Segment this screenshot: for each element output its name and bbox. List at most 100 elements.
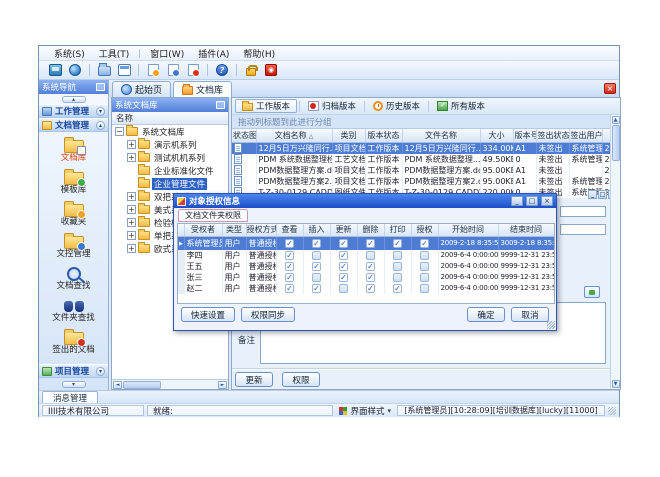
expander-icon[interactable]: + (127, 153, 136, 162)
checkbox-checked[interactable] (285, 284, 294, 293)
folder-open-button[interactable] (95, 62, 113, 78)
version-tab[interactable]: 所有版本 (431, 99, 491, 113)
close-icon[interactable] (541, 196, 553, 206)
detail-field[interactable] (560, 206, 606, 217)
checkbox-unchecked[interactable] (312, 273, 321, 282)
pin-icon[interactable] (96, 83, 105, 91)
workspace-button[interactable] (46, 62, 64, 78)
layout-button[interactable] (115, 62, 133, 78)
expander-icon[interactable]: + (127, 140, 136, 149)
quick-setup-button[interactable]: 快速设置 (181, 307, 235, 322)
checkbox-checked[interactable] (420, 239, 429, 248)
menu-item[interactable]: 插件(A) (191, 47, 236, 60)
table-row[interactable]: 12月5日万兴隆同行...项目文档工作版本12月5日万兴隆同行...334.00… (232, 142, 612, 154)
checkbox-checked[interactable] (366, 284, 375, 293)
resize-grip[interactable] (547, 321, 555, 329)
sidebar-item-search-doc[interactable]: 文档查找 (41, 262, 107, 294)
permission-button[interactable]: 权限 (282, 372, 320, 387)
ok-button[interactable]: 确定 (467, 307, 505, 322)
checkbox-checked[interactable] (285, 262, 294, 271)
resize-grip[interactable] (608, 407, 616, 415)
checkbox-unchecked[interactable] (366, 251, 375, 260)
menu-item[interactable]: 工具(T) (92, 47, 137, 60)
checkbox-checked[interactable] (285, 273, 294, 282)
doc-new-button[interactable] (144, 62, 162, 78)
checkbox-checked[interactable] (312, 262, 321, 271)
scrollbar-thumb[interactable] (612, 125, 620, 161)
collapse-down-button[interactable] (62, 381, 86, 388)
grid-row[interactable]: 李四用户普通授权2009-6-4 0:00:009999-12-31 23:59… (178, 250, 554, 261)
column-header[interactable]: 类型 (222, 224, 246, 236)
grid-row[interactable]: 张三用户普通授权2009-6-4 0:00:009999-12-31 23:59… (178, 272, 554, 283)
section-toggle-icon[interactable] (96, 121, 105, 130)
lock-button[interactable] (242, 62, 260, 78)
checkbox-checked[interactable] (366, 273, 375, 282)
checkbox-unchecked[interactable] (420, 262, 429, 271)
scrollbar-thumb[interactable] (123, 381, 161, 389)
table-row[interactable]: PDM 系统数据整理检...工艺文档工作版本PDM 系统数据整理...49.50… (232, 154, 612, 165)
tree-node[interactable]: +测试机机系列 (112, 151, 228, 164)
close-panel-icon[interactable] (604, 83, 616, 94)
grid-row[interactable]: 赵二用户普通授权2009-6-4 0:00:009999-12-31 23:59… (178, 283, 554, 294)
doc-view-button[interactable] (164, 62, 182, 78)
grid-row[interactable]: 王五用户普通授权2009-6-4 0:00:009999-12-31 23:59… (178, 261, 554, 272)
column-header[interactable]: 类别 (332, 129, 365, 142)
minimize-icon[interactable] (511, 196, 523, 206)
minimize-icon[interactable] (588, 190, 597, 199)
checkbox-checked[interactable] (339, 251, 348, 260)
expander-icon[interactable]: − (115, 127, 124, 136)
sync-permission-button[interactable]: 权限同步 (241, 307, 295, 322)
checkbox-unchecked[interactable] (420, 273, 429, 282)
collapse-up-button[interactable] (62, 96, 86, 103)
scroll-right-icon[interactable] (218, 381, 227, 389)
exit-button[interactable] (262, 62, 280, 78)
column-header[interactable]: 更新 (330, 224, 357, 236)
menu-item[interactable]: 窗口(W) (143, 47, 191, 60)
sidebar-item-folder-template[interactable]: 模板库 (41, 166, 107, 198)
version-tab[interactable]: 工作版本 (235, 99, 297, 113)
checkbox-checked[interactable] (285, 251, 294, 260)
column-header[interactable]: 查看 (276, 224, 303, 236)
expander-icon[interactable]: + (127, 231, 136, 240)
section-toggle-icon[interactable] (96, 367, 105, 376)
checkbox-checked[interactable] (312, 239, 321, 248)
column-header[interactable]: 授权方式 (246, 224, 276, 236)
tree-node[interactable]: 企业标准化文件 (112, 164, 228, 177)
tree-node[interactable]: −系统文档库 (112, 125, 228, 138)
checkbox-checked[interactable] (339, 239, 348, 248)
ui-style-dropdown[interactable]: 界面样式 (336, 405, 394, 416)
checkbox-checked[interactable] (366, 262, 375, 271)
sidebar-item-folder-doc[interactable]: 文档库 (41, 134, 107, 166)
browse-button[interactable] (584, 286, 600, 298)
column-header[interactable]: 版本状态 (365, 129, 402, 142)
sidebar-item-binoculars[interactable]: 文件夹查找 (41, 294, 107, 326)
column-header[interactable]: 开始时间 (438, 224, 498, 236)
checkbox-unchecked[interactable] (393, 251, 402, 260)
tab-lib[interactable]: 文档库 (173, 81, 232, 97)
sidebar-item-folder-checkout[interactable]: 签出的文档 (41, 326, 107, 358)
scroll-left-icon[interactable] (113, 381, 122, 389)
sidebar-item-folder-control[interactable]: 文控管理 (41, 230, 107, 262)
tree-node[interactable]: +演示机系列 (112, 138, 228, 151)
checkbox-checked[interactable] (366, 239, 375, 248)
tab-start[interactable]: 起始页 (112, 81, 171, 97)
version-tab[interactable]: 归档版本 (302, 99, 362, 113)
expander-icon[interactable]: + (127, 205, 136, 214)
browser-button[interactable] (66, 62, 84, 78)
column-header[interactable]: 授权 (411, 224, 438, 236)
checkbox-unchecked[interactable] (420, 284, 429, 293)
sidebar-section[interactable]: 工作管理 (39, 104, 108, 118)
column-header[interactable]: 签出用户 (569, 129, 602, 142)
help-button[interactable] (213, 62, 231, 78)
detail-field[interactable] (560, 224, 606, 235)
column-header[interactable]: 版本号 (513, 129, 536, 142)
tab-folder-permissions[interactable]: 文档文件夹权限 (178, 209, 248, 222)
maximize-icon[interactable] (598, 190, 607, 199)
scroll-up-icon[interactable] (612, 116, 620, 124)
update-button[interactable]: 更新 (235, 372, 273, 387)
pin-icon[interactable] (216, 101, 225, 109)
tree-node[interactable]: 企业管理文件 (112, 177, 228, 190)
expander-icon[interactable]: + (127, 192, 136, 201)
column-header[interactable]: 状态图 (232, 129, 256, 142)
column-header[interactable]: 文件名称 (402, 129, 480, 142)
